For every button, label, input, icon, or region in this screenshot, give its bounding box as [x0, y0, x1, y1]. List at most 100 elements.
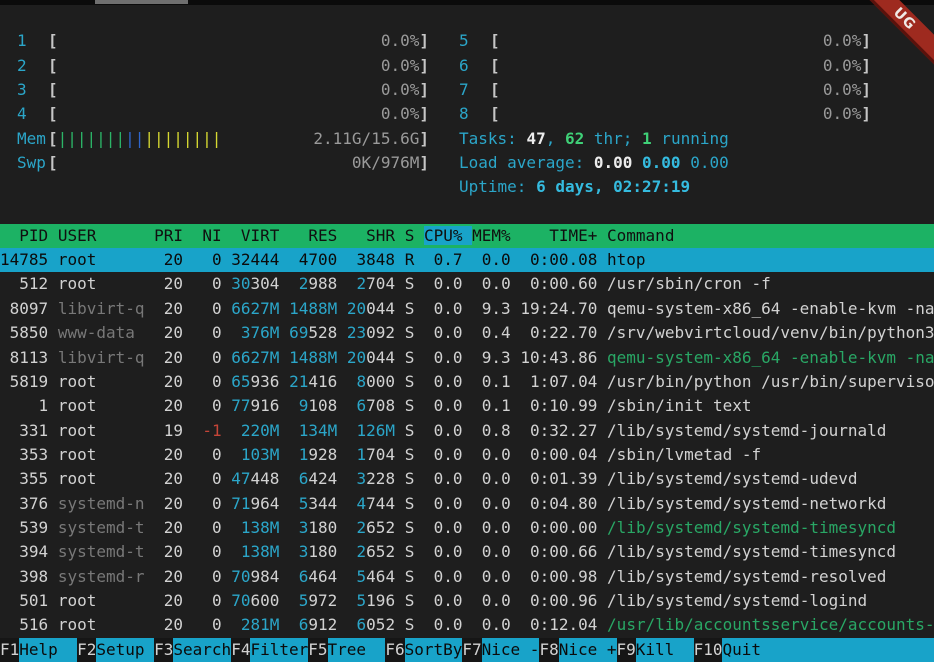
process-row[interactable]: 501 root 20 0 70600 5972 5196 S 0.0 0.0 … — [0, 589, 934, 613]
fn-label-help[interactable]: Help — [19, 638, 77, 662]
sep — [395, 323, 405, 342]
fn-label-kill[interactable]: Kill — [636, 638, 694, 662]
mem-value-low: 708 — [366, 396, 395, 415]
sep — [48, 250, 58, 269]
pad — [289, 615, 299, 634]
mem-value-low: 052 — [366, 615, 395, 634]
cpu-meter-5: 5[0.0%] — [459, 29, 871, 53]
pad — [347, 494, 357, 513]
sep — [183, 518, 193, 537]
fn-label-search[interactable]: Search — [173, 638, 231, 662]
column-header-shr[interactable]: SHR — [347, 226, 395, 245]
column-header-res[interactable]: RES — [289, 226, 337, 245]
fn-key-f7[interactable]: F7 — [462, 638, 481, 662]
fn-key-f9[interactable]: F9 — [617, 638, 636, 662]
pad — [231, 615, 241, 634]
fn-label-filter[interactable]: Filter — [250, 638, 308, 662]
column-header-ni[interactable]: NI — [193, 226, 222, 245]
mem-value-low: 936 — [251, 372, 280, 391]
cpu-cell: 0.0 — [424, 348, 463, 367]
fn-label-sortby[interactable]: SortBy — [405, 638, 463, 662]
fn-key-f1[interactable]: F1 — [0, 638, 19, 662]
fn-key-f4[interactable]: F4 — [231, 638, 250, 662]
text-run: running — [652, 129, 729, 148]
cpu-meter-6: 6[0.0%] — [459, 54, 871, 78]
fn-key-f5[interactable]: F5 — [308, 638, 327, 662]
mem-cell: 0.1 — [472, 396, 511, 415]
process-row[interactable]: 5850 www-data 20 0 376M 69528 23092 S 0.… — [0, 321, 934, 345]
sep — [395, 445, 405, 464]
process-row[interactable]: 1 root 20 0 77916 9108 6708 S 0.0 0.1 0:… — [0, 394, 934, 418]
mem-value-low: 652 — [366, 542, 395, 561]
mem-value-low: 984 — [251, 567, 280, 586]
memory-meter-bar: |||||||||||||||||2.11G/15.6G — [58, 127, 420, 151]
pri-cell: 20 — [154, 518, 183, 537]
sep — [463, 542, 473, 561]
pad — [347, 567, 357, 586]
fn-key-f3[interactable]: F3 — [154, 638, 173, 662]
sep — [414, 518, 424, 537]
sep — [597, 469, 607, 488]
fn-key-f2[interactable]: F2 — [77, 638, 96, 662]
mem-value-high: 9 — [299, 396, 309, 415]
process-row[interactable]: 398 systemd-r 20 0 70984 6464 5464 S 0.0… — [0, 565, 934, 589]
sep — [279, 250, 289, 269]
column-header-pid[interactable]: PID — [0, 226, 48, 245]
mem-value-high: 69 — [289, 323, 308, 342]
column-header-virt[interactable]: VIRT — [231, 226, 279, 245]
mem-value-high: 3 — [299, 518, 309, 537]
sep — [222, 518, 232, 537]
process-row[interactable]: 5819 root 20 0 65936 21416 8000 S 0.0 0.… — [0, 370, 934, 394]
fn-label-tree[interactable]: Tree — [328, 638, 386, 662]
sep — [183, 396, 193, 415]
process-row[interactable]: 394 systemd-t 20 0 138M 3180 2652 S 0.0 … — [0, 540, 934, 564]
column-header-s[interactable]: S — [405, 226, 415, 245]
sep — [145, 372, 155, 391]
user-cell: libvirt-q — [58, 299, 145, 318]
process-row[interactable]: 376 systemd-n 20 0 71964 5344 4744 S 0.0… — [0, 492, 934, 516]
column-header-command[interactable]: Command — [607, 226, 674, 245]
meter-open-bracket: [ — [490, 102, 500, 126]
cpu-meter-value: 0.0% — [381, 54, 420, 78]
process-row[interactable]: 8113 libvirt-q 20 0 6627M 1488M 20044 S … — [0, 346, 934, 370]
mem-value-low: 464 — [366, 567, 395, 586]
fn-label-quit[interactable]: Quit — [722, 638, 934, 662]
process-row[interactable]: 8097 libvirt-q 20 0 6627M 1488M 20044 S … — [0, 297, 934, 321]
process-row[interactable]: 539 systemd-t 20 0 138M 3180 2652 S 0.0 … — [0, 516, 934, 540]
ni-cell: 0 — [193, 348, 222, 367]
state-cell: R — [405, 250, 415, 269]
sep — [337, 567, 347, 586]
fn-label-setup[interactable]: Setup — [96, 638, 154, 662]
sep — [395, 372, 405, 391]
fn-key-f8[interactable]: F8 — [539, 638, 558, 662]
pad — [289, 421, 299, 440]
process-row[interactable]: 14785 root 20 0 32444 4700 3848 R 0.7 0.… — [0, 248, 934, 272]
process-row[interactable]: 516 root 20 0 281M 6912 6052 S 0.0 0.0 0… — [0, 613, 934, 637]
column-header-time[interactable]: TIME+ — [520, 226, 597, 245]
fn-label-nice[interactable]: Nice + — [559, 638, 617, 662]
fn-label-nice[interactable]: Nice - — [482, 638, 540, 662]
fn-key-f6[interactable]: F6 — [385, 638, 404, 662]
pad — [289, 396, 299, 415]
sep — [597, 299, 607, 318]
column-header-cpu[interactable]: CPU% — [424, 226, 463, 245]
sep — [183, 591, 193, 610]
tab-handle[interactable] — [95, 0, 188, 4]
meter-open-bracket: [ — [490, 78, 500, 102]
process-row[interactable]: 355 root 20 0 47448 6424 3228 S 0.0 0.0 … — [0, 467, 934, 491]
column-header-pri[interactable]: PRI — [154, 226, 183, 245]
fn-key-f10[interactable]: F10 — [694, 638, 723, 662]
cpu-cell: 0.0 — [424, 274, 463, 293]
ni-cell: 0 — [193, 615, 222, 634]
column-header-mem[interactable]: MEM% — [472, 226, 511, 245]
process-row[interactable]: 512 root 20 0 30304 2988 2704 S 0.0 0.0 … — [0, 272, 934, 296]
ni-cell: 0 — [193, 542, 222, 561]
process-row[interactable]: 353 root 20 0 103M 1928 1704 S 0.0 0.0 0… — [0, 443, 934, 467]
column-header-user[interactable]: USER — [58, 226, 145, 245]
pri-cell: 20 — [154, 299, 183, 318]
cpu-meter-label: 6 — [459, 54, 490, 78]
mem-value-low: 092 — [366, 323, 395, 342]
pri-cell: 20 — [154, 615, 183, 634]
sep — [597, 323, 607, 342]
process-row[interactable]: 331 root 19 -1 220M 134M 126M S 0.0 0.8 … — [0, 419, 934, 443]
